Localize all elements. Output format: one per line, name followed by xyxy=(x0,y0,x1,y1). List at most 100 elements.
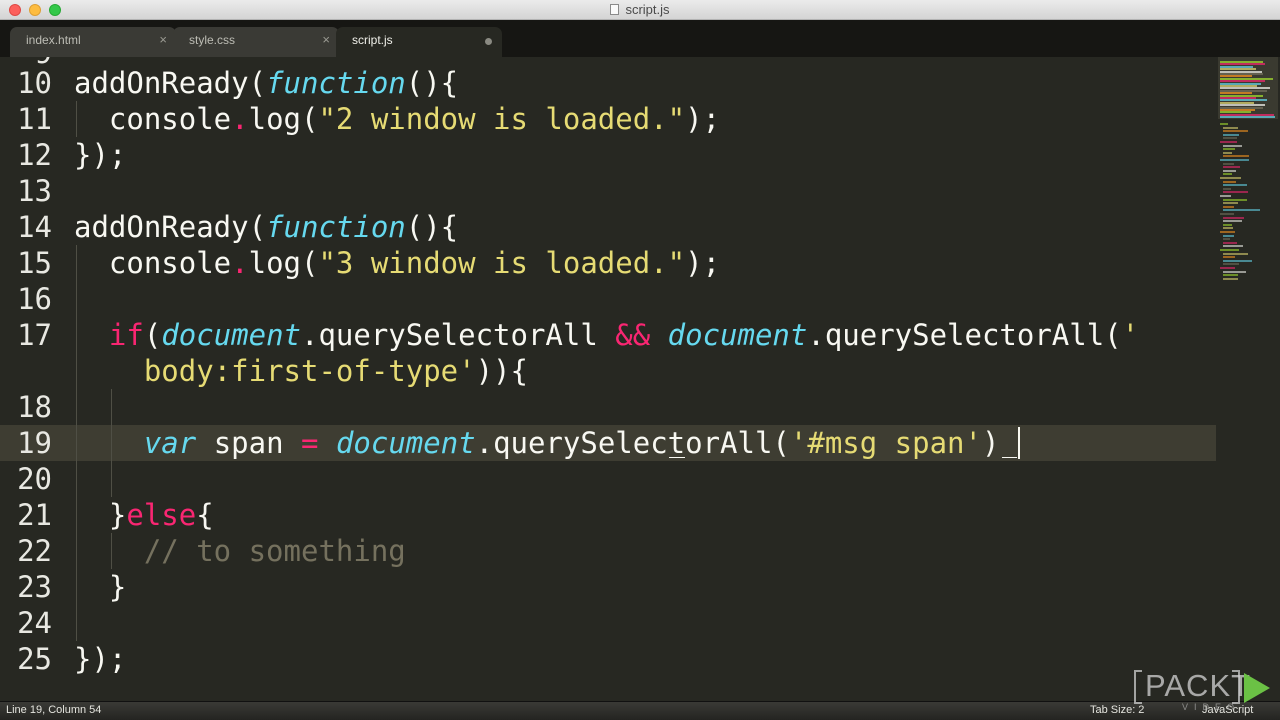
watermark-bracket-right xyxy=(1232,670,1240,704)
line-number: 13 xyxy=(17,174,52,208)
cursor-position: Line 19, Column 54 xyxy=(6,704,102,716)
tab-style-css[interactable]: style.css × xyxy=(173,27,339,57)
code-token: addOnReady( xyxy=(74,66,267,100)
code-token: }); xyxy=(74,642,127,676)
tab-close-icon[interactable]: × xyxy=(322,32,330,47)
minimap-line xyxy=(1223,238,1230,241)
bracket-match-underline xyxy=(1001,457,1017,458)
code-token: document xyxy=(335,426,476,460)
code-line[interactable]: body:first-of-type')){ xyxy=(74,353,528,389)
minimap-line xyxy=(1223,133,1239,136)
watermark-sub: VIDEO xyxy=(1182,702,1241,712)
minimap-line xyxy=(1223,252,1249,255)
minimap-line xyxy=(1223,234,1234,237)
code-token: (){ xyxy=(405,66,459,100)
minimap-line xyxy=(1223,259,1252,262)
code-token: log( xyxy=(248,102,319,136)
tab-close-icon[interactable]: × xyxy=(159,32,167,47)
code-line[interactable]: console.log("2 window is loaded."); xyxy=(74,101,720,137)
line-number: 18 xyxy=(17,390,52,424)
minimap-line xyxy=(1223,180,1237,183)
line-number: 21 xyxy=(17,498,52,532)
code-token: "3 window is loaded." xyxy=(318,246,686,280)
text-caret xyxy=(1018,427,1020,459)
minimap-line xyxy=(1220,267,1235,269)
minimap-line xyxy=(1223,144,1243,147)
minimap-line xyxy=(1223,137,1238,140)
code-line[interactable]: // to something xyxy=(74,533,406,569)
line-number: 24 xyxy=(17,606,52,640)
minimap-line xyxy=(1223,202,1239,205)
unsaved-dot-icon[interactable] xyxy=(485,38,492,45)
minimap-line xyxy=(1220,249,1239,251)
play-icon xyxy=(1244,673,1270,703)
code-token: } xyxy=(74,570,127,604)
tab-label: index.html xyxy=(26,33,81,47)
minimap-line xyxy=(1220,141,1237,143)
code-token: var xyxy=(143,426,197,460)
line-number: 15 xyxy=(17,246,52,280)
code-line[interactable]: if(document.querySelectorAll && document… xyxy=(74,317,1139,353)
code-line[interactable]: var span = document.querySelectorAll('#m… xyxy=(74,425,1000,461)
minimap-line xyxy=(1223,148,1235,151)
tab-index-html[interactable]: index.html × xyxy=(10,27,176,57)
code-token: . xyxy=(231,246,249,280)
status-bar: Line 19, Column 54 Tab Size: 2 JavaScrip… xyxy=(0,701,1280,720)
minimap-line xyxy=(1223,220,1243,223)
code-line[interactable]: addOnReady(function(){ xyxy=(74,209,458,245)
code-token: .querySelectorAll( xyxy=(807,318,1122,352)
tab-script-js[interactable]: script.js xyxy=(336,27,502,57)
minimap-line xyxy=(1223,191,1248,194)
line-number-gutter: 910111213141516171819202122232425 xyxy=(0,57,68,701)
minimap-line xyxy=(1223,277,1238,280)
code-token: ); xyxy=(685,102,721,136)
minimap-line xyxy=(1223,274,1238,277)
code-editor[interactable]: 910111213141516171819202122232425 addOnR… xyxy=(0,57,1216,701)
code-token: { xyxy=(196,498,214,532)
code-token: document xyxy=(161,318,301,352)
code-token: span xyxy=(196,426,301,460)
code-token: // to something xyxy=(143,534,406,568)
minimap-line xyxy=(1220,116,1276,119)
code-line[interactable]: }); xyxy=(74,137,126,173)
minimap-line xyxy=(1220,159,1250,161)
code-token: . xyxy=(231,102,249,136)
code-line[interactable]: }); xyxy=(74,641,126,677)
indent-guide xyxy=(111,533,112,569)
minimap-line xyxy=(1223,198,1247,201)
code-line[interactable]: console.log("3 window is loaded."); xyxy=(74,245,720,281)
code-line[interactable]: }else{ xyxy=(74,497,214,533)
code-token: } xyxy=(74,498,127,532)
minimap[interactable] xyxy=(1216,57,1280,701)
line-number: 23 xyxy=(17,570,52,604)
minimap-line xyxy=(1223,130,1249,133)
code-token: && xyxy=(615,318,651,352)
line-number: 17 xyxy=(17,318,52,352)
line-number: 10 xyxy=(17,66,52,100)
minimap-line xyxy=(1223,151,1233,154)
code-token: (){ xyxy=(405,210,459,244)
code-token: else xyxy=(126,498,197,532)
minimap-line xyxy=(1223,126,1238,129)
minimap-line xyxy=(1223,173,1233,176)
code-token: ( xyxy=(143,318,162,352)
minimap-line xyxy=(1220,123,1229,125)
minimap-line xyxy=(1223,216,1245,219)
indent-guide xyxy=(111,389,112,497)
code-line[interactable]: } xyxy=(74,569,126,605)
line-number: 19 xyxy=(0,425,68,461)
code-token: }); xyxy=(74,138,127,172)
code-token: log( xyxy=(248,246,319,280)
code-line[interactable]: addOnReady(function(){ xyxy=(74,65,458,101)
minimap-line xyxy=(1223,256,1236,259)
minimap-line xyxy=(1223,209,1261,212)
line-number: 16 xyxy=(17,282,52,316)
minimap-line xyxy=(1223,245,1243,248)
line-number: 14 xyxy=(17,210,52,244)
document-icon xyxy=(610,4,620,15)
bracket-match-underline xyxy=(669,457,685,458)
